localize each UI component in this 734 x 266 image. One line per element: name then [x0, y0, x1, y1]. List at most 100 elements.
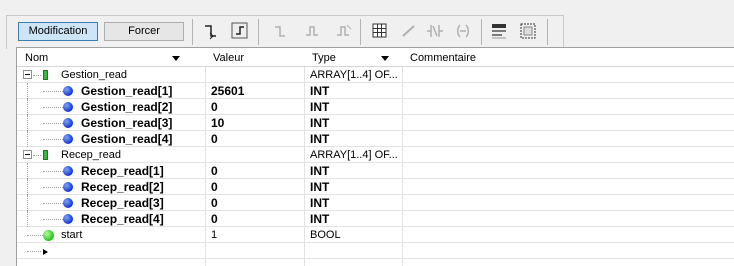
table-row[interactable]: Recep_read[4] 0 INT — [17, 211, 734, 227]
variable-type: ARRAY[1..4] OF... — [310, 149, 398, 161]
table-row[interactable] — [17, 243, 734, 259]
variable-name[interactable]: Recep_read[2] — [81, 179, 203, 194]
variable-comment[interactable] — [402, 67, 734, 82]
variable-name[interactable]: Recep_read[3] — [81, 195, 203, 210]
tree-connector — [27, 83, 28, 99]
int-variable-icon — [63, 102, 73, 112]
table-row[interactable]: Recep_read[1] 0 INT — [17, 163, 734, 179]
variable-value[interactable]: 0 — [205, 131, 311, 146]
variable-name[interactable]: Gestion_read — [61, 67, 201, 82]
variable-type — [304, 243, 402, 258]
variable-value[interactable]: 10 — [205, 115, 311, 130]
variable-value[interactable]: 0 — [205, 179, 311, 194]
coil-icon[interactable] — [452, 20, 474, 42]
tree-connector — [27, 131, 28, 147]
variable-value[interactable] — [205, 67, 311, 82]
table-row[interactable]: Recep_read ARRAY[1..4] OF... — [17, 147, 734, 163]
variable-type: INT — [310, 84, 330, 98]
column-header-type-label: Type — [312, 52, 336, 64]
variable-name[interactable]: Gestion_read[4] — [81, 131, 203, 146]
force-value-icon[interactable] — [199, 20, 221, 42]
unforce-icon[interactable] — [333, 20, 355, 42]
variable-name[interactable]: Recep_read — [61, 147, 201, 162]
variable-comment[interactable] — [402, 147, 734, 162]
falling-edge-icon[interactable] — [302, 20, 324, 42]
new-entry-arrow-icon[interactable] — [43, 249, 48, 255]
tree-connector — [43, 203, 63, 204]
table-row[interactable]: start 1 BOOL — [17, 227, 734, 243]
table-row[interactable]: Gestion_read ARRAY[1..4] OF... — [17, 67, 734, 83]
rising-edge-icon[interactable] — [270, 20, 292, 42]
column-header-nom-label: Nom — [25, 52, 49, 64]
contact-icon[interactable] — [424, 20, 446, 42]
variable-comment[interactable] — [402, 211, 734, 226]
toolbar-separator — [192, 19, 193, 45]
force-mode-icon[interactable] — [398, 20, 420, 42]
variable-comment[interactable] — [402, 195, 734, 210]
variable-value[interactable] — [205, 147, 311, 162]
variable-comment[interactable] — [402, 163, 734, 178]
tree-connector — [43, 123, 63, 124]
variable-name[interactable]: Gestion_read[2] — [81, 99, 203, 114]
variable-name[interactable]: Gestion_read[3] — [81, 115, 203, 130]
variable-value[interactable]: 0 — [205, 195, 311, 210]
tree-connector — [27, 235, 43, 236]
forcer-button[interactable]: Forcer — [104, 22, 184, 41]
int-variable-icon — [63, 86, 73, 96]
filter-dropdown-icon[interactable] — [381, 56, 389, 61]
variable-type: INT — [310, 180, 330, 194]
toolbar-separator — [360, 19, 361, 45]
variable-value[interactable]: 1 — [205, 227, 311, 242]
tree-connector — [33, 75, 41, 76]
table-row[interactable]: Recep_read[2] 0 INT — [17, 179, 734, 195]
collapse-toggle-icon[interactable] — [23, 150, 32, 159]
tree-connector — [43, 139, 63, 140]
variable-comment[interactable] — [402, 99, 734, 114]
column-header-type[interactable]: Type — [304, 48, 402, 66]
sort-dropdown-icon[interactable] — [172, 56, 180, 61]
column-header-valeur[interactable]: Valeur — [205, 48, 304, 66]
table-row[interactable]: Recep_read[3] 0 INT — [17, 195, 734, 211]
variable-type: INT — [310, 164, 330, 178]
variable-value[interactable]: 0 — [205, 211, 311, 226]
toolbar-separator — [258, 19, 259, 45]
modification-button[interactable]: Modification — [18, 22, 98, 41]
tree-connector — [33, 155, 41, 156]
variable-name[interactable]: Recep_read[1] — [81, 163, 203, 178]
variable-comment[interactable] — [402, 131, 734, 146]
variable-comment[interactable] — [402, 115, 734, 130]
array-variable-icon — [43, 150, 48, 160]
variable-name[interactable]: start — [61, 227, 201, 242]
variable-type: INT — [310, 116, 330, 130]
table-icon[interactable] — [369, 20, 391, 42]
variable-comment[interactable] — [402, 179, 734, 194]
table-row[interactable]: Gestion_read[4] 0 INT — [17, 131, 734, 147]
column-header-commentaire[interactable]: Commentaire — [402, 48, 734, 66]
variable-type: INT — [310, 212, 330, 226]
tree-connector — [43, 91, 63, 92]
tree-connector — [27, 163, 28, 179]
select-icon[interactable] — [517, 20, 539, 42]
force-edge-icon[interactable] — [229, 20, 251, 42]
table-row[interactable]: Gestion_read[2] 0 INT — [17, 99, 734, 115]
variable-comment[interactable] — [402, 243, 734, 258]
variable-value[interactable]: 0 — [205, 163, 311, 178]
tree-connector — [43, 107, 63, 108]
table-row[interactable]: Gestion_read[1] 25601 INT — [17, 83, 734, 99]
tree-connector — [27, 99, 28, 115]
column-header-commentaire-label: Commentaire — [410, 52, 477, 64]
display-format-icon[interactable] — [488, 20, 510, 42]
variable-name[interactable]: Recep_read[4] — [81, 211, 203, 226]
variable-comment[interactable] — [402, 227, 734, 242]
column-header-nom[interactable]: Nom — [17, 48, 205, 66]
variable-value[interactable]: 0 — [205, 99, 311, 114]
variable-value[interactable]: 25601 — [205, 83, 311, 98]
variable-type: INT — [310, 132, 330, 146]
variable-name[interactable]: Gestion_read[1] — [81, 83, 203, 98]
collapse-toggle-icon[interactable] — [23, 70, 32, 79]
variable-value[interactable] — [205, 243, 311, 258]
variable-type: BOOL — [310, 229, 341, 241]
table-row[interactable]: Gestion_read[3] 10 INT — [17, 115, 734, 131]
tree-connector — [27, 115, 28, 131]
variable-comment[interactable] — [402, 83, 734, 98]
